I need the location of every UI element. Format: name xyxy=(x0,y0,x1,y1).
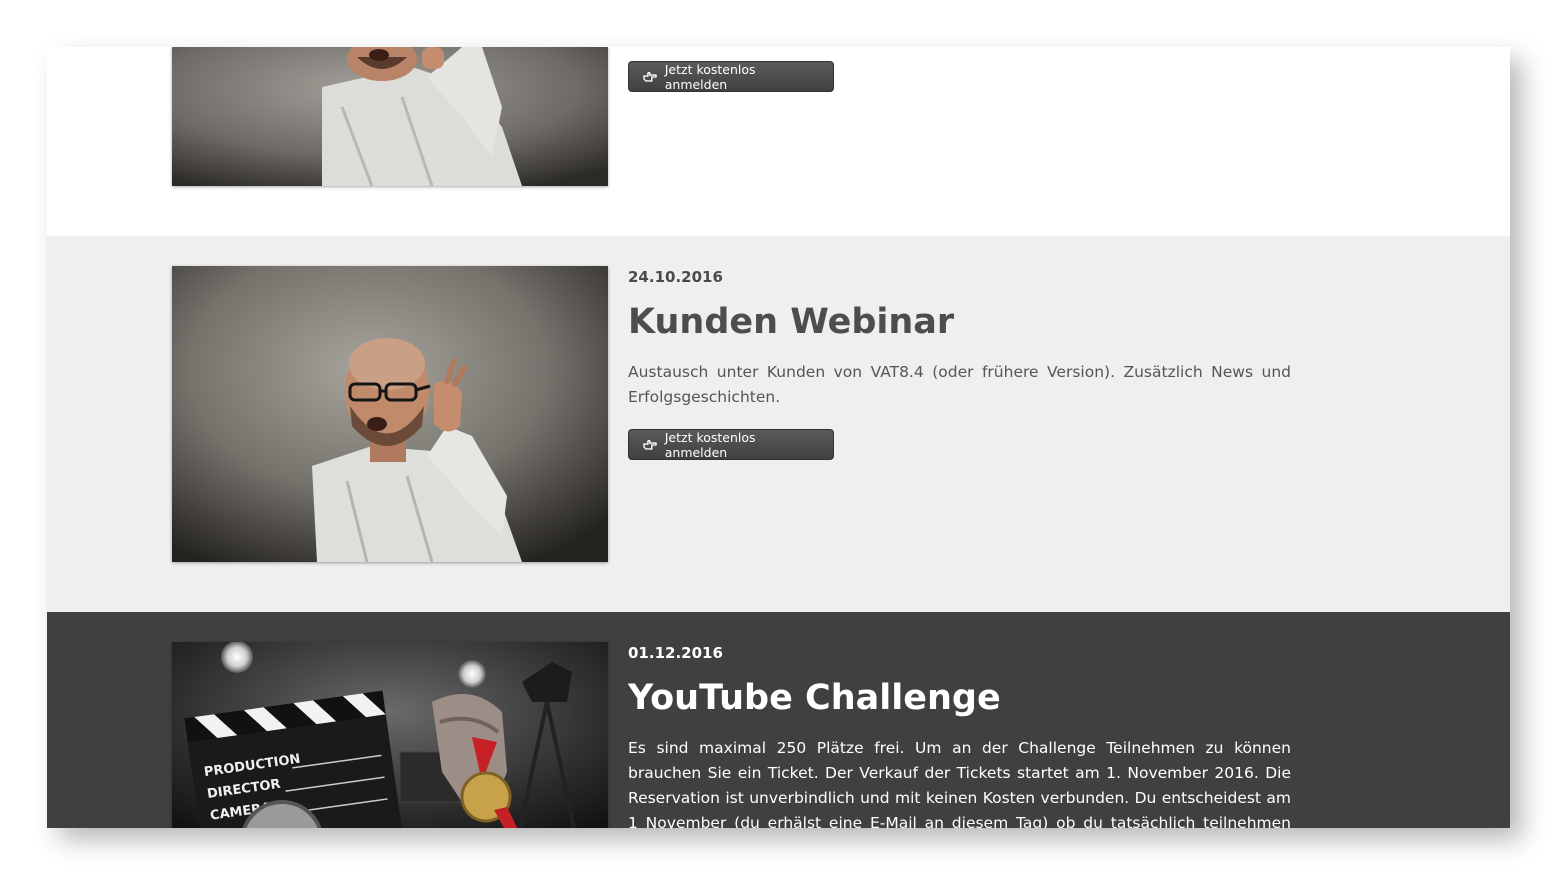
event-description: Es sind maximal 250 Plätze frei. Um an d… xyxy=(628,739,1291,828)
events-list: Jetzt kostenlos anmelden 24.10.2016 Kund… xyxy=(47,47,1510,828)
event-photo-listening-man xyxy=(172,47,608,186)
event-section-2: 24.10.2016 Kunden Webinar Austausch unte… xyxy=(47,236,1510,612)
event-title: YouTube Challenge xyxy=(628,678,1001,718)
register-button-label: Jetzt kostenlos anmelden xyxy=(664,61,756,92)
event-photo-listening-man xyxy=(172,266,608,562)
event-photo-film-set: PRODUCTION DIRECTOR CAMERA xyxy=(172,642,608,828)
event-section-1: Jetzt kostenlos anmelden xyxy=(47,47,1510,236)
event-date: 24.10.2016 xyxy=(628,268,723,286)
event-section-3: PRODUCTION DIRECTOR CAMERA 01.12.2016 Yo… xyxy=(47,612,1510,828)
register-button[interactable]: Jetzt kostenlos anmelden xyxy=(628,429,834,460)
event-date: 01.12.2016 xyxy=(628,644,723,662)
event-content: 01.12.2016 YouTube Challenge Es sind max… xyxy=(628,644,1291,828)
event-content: 24.10.2016 Kunden Webinar Austausch unte… xyxy=(628,268,1291,460)
register-button[interactable]: Jetzt kostenlos anmelden xyxy=(628,61,834,92)
register-button-label: Jetzt kostenlos anmelden xyxy=(664,429,756,460)
hand-point-right-icon xyxy=(643,71,657,82)
hand-point-right-icon xyxy=(643,439,657,450)
event-title: Kunden Webinar xyxy=(628,302,955,342)
event-description: Austausch unter Kunden von VAT8.4 (oder … xyxy=(628,363,1291,406)
